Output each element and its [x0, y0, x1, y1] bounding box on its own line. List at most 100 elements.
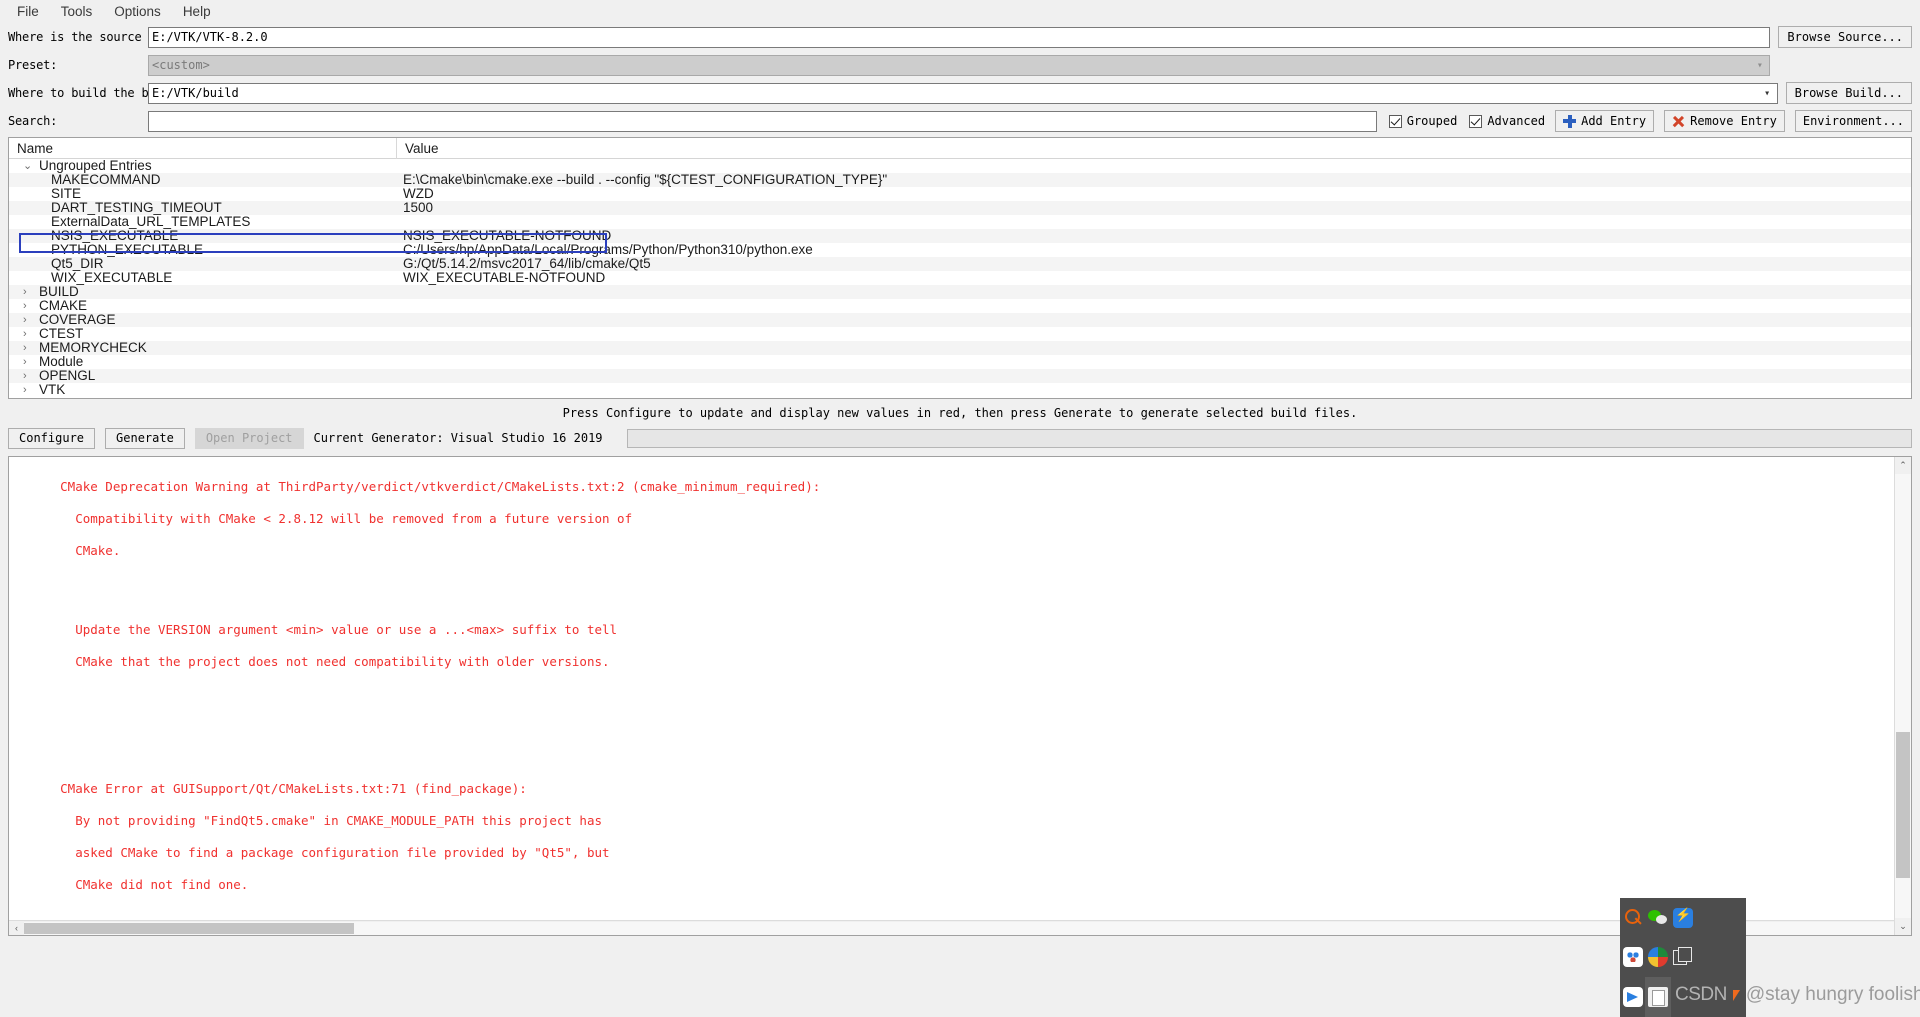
- menu-bar: File Tools Options Help: [0, 0, 1920, 22]
- entry-value[interactable]: G:/Qt/5.14.2/msvc2017_64/lib/cmake/Qt5: [397, 257, 1911, 271]
- source-row: Where is the source code: Browse Source.…: [8, 26, 1912, 48]
- table-group-module[interactable]: › Module: [9, 355, 1911, 369]
- dock-item-copy[interactable]: [1671, 938, 1696, 978]
- chevron-right-icon[interactable]: ›: [23, 313, 31, 327]
- log-line: CMake did not find one.: [60, 876, 249, 892]
- table-group-ctest[interactable]: › CTEST: [9, 327, 1911, 341]
- build-combo[interactable]: E:/VTK/build ▾: [148, 82, 1778, 104]
- table-row[interactable]: WIX_EXECUTABLE WIX_EXECUTABLE-NOTFOUND: [9, 271, 1911, 285]
- table-group-coverage[interactable]: › COVERAGE: [9, 313, 1911, 327]
- menu-help[interactable]: Help: [172, 2, 222, 21]
- output-vertical-scrollbar[interactable]: ⌃ ⌄: [1894, 457, 1911, 935]
- group-label: CMAKE: [39, 299, 88, 313]
- group-label: BUILD: [39, 285, 79, 299]
- table-group-build[interactable]: › BUILD: [9, 285, 1911, 299]
- table-row-qt5-dir[interactable]: Qt5_DIR G:/Qt/5.14.2/msvc2017_64/lib/cma…: [9, 257, 1911, 271]
- chevron-right-icon[interactable]: ›: [23, 299, 31, 313]
- cloud-disk-icon: [1622, 947, 1643, 968]
- table-row[interactable]: NSIS_EXECUTABLE NSIS_EXECUTABLE-NOTFOUND: [9, 229, 1911, 243]
- group-label: Ungrouped Entries: [39, 159, 152, 173]
- entry-value[interactable]: WZD: [397, 187, 1911, 201]
- add-entry-button[interactable]: Add Entry: [1555, 110, 1655, 132]
- chevron-right-icon[interactable]: ›: [23, 355, 31, 369]
- vertical-scroll-track[interactable]: [1895, 474, 1911, 918]
- search-icon: [1623, 908, 1643, 928]
- table-row[interactable]: SITE WZD: [9, 187, 1911, 201]
- table-group-vtk[interactable]: › VTK: [9, 383, 1911, 397]
- remove-entry-button[interactable]: Remove Entry: [1664, 110, 1785, 132]
- entry-value[interactable]: WIX_EXECUTABLE-NOTFOUND: [397, 271, 1911, 285]
- output-log-pane[interactable]: CMake Deprecation Warning at ThirdParty/…: [8, 456, 1912, 936]
- horizontal-scroll-thumb[interactable]: [24, 922, 354, 934]
- log-line: Update the VERSION argument <min> value …: [60, 622, 618, 638]
- advanced-checkbox[interactable]: Advanced: [1469, 114, 1545, 128]
- scroll-down-arrow-icon[interactable]: ⌄: [1895, 918, 1911, 935]
- dock-item-cloud[interactable]: [1620, 938, 1645, 978]
- entry-value[interactable]: C:/Users/hp/AppData/Local/Programs/Pytho…: [397, 243, 1911, 257]
- entry-name: WIX_EXECUTABLE: [51, 271, 173, 285]
- table-group-ungrouped[interactable]: ⌄ Ungrouped Entries: [9, 159, 1911, 173]
- thunder-download-icon: [1673, 907, 1694, 928]
- generate-button[interactable]: Generate: [105, 427, 185, 449]
- table-row[interactable]: ExternalData_URL_TEMPLATES: [9, 215, 1911, 229]
- group-name-cell: › MEMORYCHECK: [9, 341, 397, 355]
- chevron-down-icon[interactable]: ⌄: [23, 159, 32, 173]
- column-header-name[interactable]: Name: [9, 138, 397, 159]
- watermark-handle: @stay hungry foolish: [1745, 984, 1920, 1005]
- dock-item-idm[interactable]: [1645, 938, 1670, 978]
- horizontal-scroll-track[interactable]: [24, 921, 1894, 935]
- menu-tools[interactable]: Tools: [50, 2, 104, 21]
- table-row[interactable]: MAKECOMMAND E:\Cmake\bin\cmake.exe --bui…: [9, 173, 1911, 187]
- scroll-up-arrow-icon[interactable]: ⌃: [1895, 457, 1911, 474]
- preset-value: <custom>: [152, 58, 210, 72]
- dock-item-pin[interactable]: [1620, 977, 1645, 1017]
- dock-item-thunder[interactable]: [1671, 898, 1696, 938]
- menu-options[interactable]: Options: [103, 2, 172, 21]
- table-group-cmake[interactable]: › CMAKE: [9, 299, 1911, 313]
- dock-item-wechat[interactable]: [1645, 898, 1670, 938]
- preset-combo[interactable]: <custom> ▾: [148, 54, 1771, 76]
- browse-build-button[interactable]: Browse Build...: [1785, 82, 1912, 104]
- checkbox-icon: [1388, 114, 1402, 128]
- group-name-cell: › CMAKE: [9, 299, 397, 313]
- entry-value[interactable]: E:\Cmake\bin\cmake.exe --build . --confi…: [397, 173, 1911, 187]
- menu-file[interactable]: File: [6, 2, 50, 21]
- chevron-right-icon[interactable]: ›: [23, 327, 31, 341]
- table-row[interactable]: PYTHON_EXECUTABLE C:/Users/hp/AppData/Lo…: [9, 243, 1911, 257]
- group-label: COVERAGE: [39, 313, 116, 327]
- vertical-scroll-thumb[interactable]: [1896, 731, 1910, 879]
- entry-name: DART_TESTING_TIMEOUT: [51, 201, 222, 215]
- browse-source-button[interactable]: Browse Source...: [1778, 26, 1912, 48]
- floating-icon-dock[interactable]: [1620, 898, 1696, 1017]
- table-header: Name Value: [9, 138, 1911, 159]
- chevron-right-icon[interactable]: ›: [23, 285, 31, 299]
- source-input[interactable]: [148, 26, 1771, 48]
- group-label: VTK: [39, 383, 66, 397]
- grouped-checkbox[interactable]: Grouped: [1388, 114, 1457, 128]
- table-row[interactable]: DART_TESTING_TIMEOUT 1500: [9, 201, 1911, 215]
- output-horizontal-scrollbar[interactable]: ‹: [9, 920, 1894, 935]
- table-group-memorycheck[interactable]: › MEMORYCHECK: [9, 341, 1911, 355]
- configure-button[interactable]: Configure: [8, 427, 96, 449]
- log-line: CMake that the project does not need com…: [60, 653, 610, 669]
- chevron-down-icon: ▾: [1764, 87, 1771, 99]
- search-input[interactable]: [148, 110, 1377, 132]
- column-header-value[interactable]: Value: [397, 138, 1911, 159]
- search-row: Search: Grouped Advanced Add Entry Remov…: [8, 110, 1912, 132]
- scroll-left-arrow-icon[interactable]: ‹: [9, 923, 24, 933]
- dock-item-document[interactable]: [1645, 977, 1671, 1017]
- table-group-opengl[interactable]: › OPENGL: [9, 369, 1911, 383]
- status-hint: Press Configure to update and display ne…: [562, 406, 1358, 420]
- chevron-right-icon[interactable]: ›: [23, 383, 31, 397]
- action-button-row: Configure Generate Open Project Current …: [0, 426, 1920, 450]
- entry-value[interactable]: 1500: [397, 201, 1911, 215]
- environment-button[interactable]: Environment...: [1794, 110, 1912, 132]
- chevron-down-icon: ▾: [1756, 59, 1763, 71]
- environment-label: Environment...: [1802, 114, 1904, 128]
- entry-value[interactable]: NSIS_EXECUTABLE-NOTFOUND: [397, 229, 1911, 243]
- cache-entries-table[interactable]: Name Value ⌄ Ungrouped Entries MAKECOMMA…: [8, 137, 1912, 399]
- chevron-right-icon[interactable]: ›: [23, 341, 31, 355]
- log-line: Compatibility with CMake < 2.8.12 will b…: [60, 510, 633, 526]
- chevron-right-icon[interactable]: ›: [23, 369, 31, 383]
- dock-item-search[interactable]: [1620, 898, 1645, 938]
